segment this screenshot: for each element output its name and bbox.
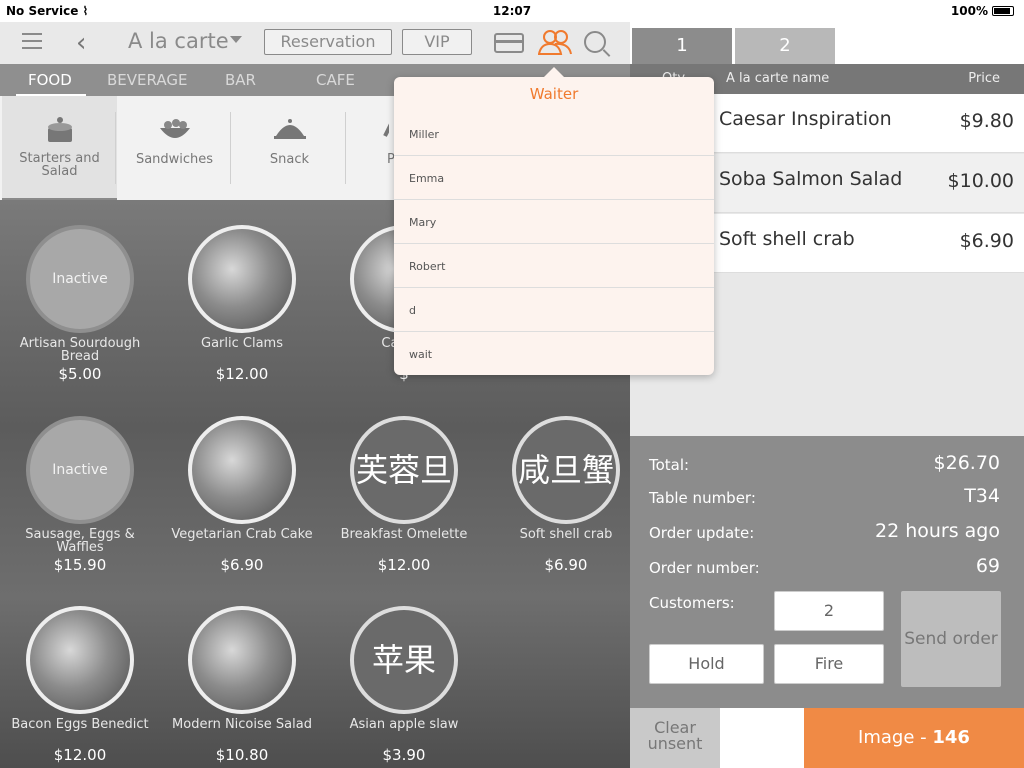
cloche-icon <box>273 114 307 144</box>
menu-item[interactable]: Bacon Eggs Benedict $12.00 <box>5 606 155 764</box>
order-number-value: 69 <box>975 555 1000 577</box>
item-chinese-label: 芙蓉旦 <box>350 416 458 524</box>
vip-button[interactable]: VIP <box>402 29 472 55</box>
status-bar: No Service ⌇ 12:07 100% <box>0 0 1024 22</box>
send-order-button[interactable]: Send order <box>901 591 1001 687</box>
waiter-option[interactable]: Robert <box>394 244 714 288</box>
clear-unsent-button[interactable]: Clear unsent <box>630 708 720 768</box>
menu-item[interactable]: 苹果 Asian apple slaw $3.90 <box>329 606 479 764</box>
order-tab-2[interactable]: 2 <box>735 28 835 64</box>
search-icon[interactable] <box>584 31 606 53</box>
menu-item[interactable]: Inactive Sausage, Eggs & Waffles $15.90 <box>5 416 155 574</box>
waiter-icon[interactable] <box>537 29 572 55</box>
salad-bowl-icon <box>158 114 192 144</box>
top-toolbar: ‹ A la carte Reservation VIP <box>0 22 630 64</box>
menu-item[interactable]: 芙蓉旦 Breakfast Omelette $12.00 <box>329 416 479 574</box>
menu-item[interactable]: Vegetarian Crab Cake $6.90 <box>167 416 317 574</box>
total-value: $26.70 <box>933 452 1000 474</box>
fire-button[interactable]: Fire <box>774 644 884 684</box>
waiter-option[interactable]: wait <box>394 332 714 376</box>
reservation-button[interactable]: Reservation <box>264 29 392 55</box>
item-chinese-label: 苹果 <box>350 606 458 714</box>
waiter-option[interactable]: d <box>394 288 714 332</box>
item-inactive-badge: Inactive <box>26 225 134 333</box>
order-tab-1[interactable]: 1 <box>632 28 732 64</box>
food-photo <box>188 225 296 333</box>
hamburger-menu-icon[interactable] <box>22 33 42 49</box>
image-button[interactable]: Image - 146 <box>804 708 1024 768</box>
tab-bar[interactable]: BAR <box>225 71 256 89</box>
bottom-bar: Clear unsent Image - 146 <box>630 708 1024 768</box>
order-tabs: 1 2 <box>630 22 1024 64</box>
order-update-value: 22 hours ago <box>874 520 1000 542</box>
food-photo <box>26 606 134 714</box>
waiter-option[interactable]: Miller <box>394 112 714 156</box>
back-arrow-icon[interactable]: ‹ <box>76 28 86 58</box>
subcat-sandwiches[interactable]: Sandwiches <box>117 96 232 200</box>
dish-icon <box>355 114 393 144</box>
tab-cafe[interactable]: CAFE <box>316 71 355 89</box>
order-summary: Total: $26.70 Table number: T34 Order up… <box>630 436 1024 708</box>
battery-status: 100% <box>951 4 1014 18</box>
battery-icon <box>992 6 1014 16</box>
waiter-option[interactable]: Emma <box>394 156 714 200</box>
menu-item[interactable]: 咸旦蟹 Soft shell crab $6.90 <box>491 416 630 574</box>
menu-item[interactable]: Garlic Clams $12.00 <box>167 225 317 383</box>
menu-selector[interactable]: A la carte <box>128 29 229 53</box>
subcat-p[interactable]: P <box>347 96 397 200</box>
tab-beverage[interactable]: BEVERAGE <box>107 71 187 89</box>
item-chinese-label: 咸旦蟹 <box>512 416 620 524</box>
customers-field[interactable]: 2 <box>774 591 884 631</box>
menu-item[interactable]: Modern Nicoise Salad $10.80 <box>167 606 317 764</box>
credit-card-icon[interactable] <box>494 33 524 53</box>
hold-button[interactable]: Hold <box>649 644 764 684</box>
waiter-option[interactable]: Mary <box>394 200 714 244</box>
item-inactive-badge: Inactive <box>26 416 134 524</box>
subcat-snack[interactable]: Snack <box>232 96 347 200</box>
chevron-down-icon[interactable] <box>230 36 242 43</box>
food-photo <box>188 416 296 524</box>
food-photo <box>188 606 296 714</box>
table-number-value: T34 <box>964 485 1000 507</box>
menu-item[interactable]: Inactive Artisan Sourdough Bread $5.00 <box>5 225 155 383</box>
waiter-popover: Waiter Miller Emma Mary Robert d wait <box>394 67 714 376</box>
cake-icon <box>43 114 77 144</box>
subcat-starters[interactable]: Starters and Salad <box>2 96 117 200</box>
popover-title: Waiter <box>529 85 579 103</box>
clock: 12:07 <box>492 4 532 18</box>
tab-food[interactable]: FOOD <box>28 71 72 89</box>
